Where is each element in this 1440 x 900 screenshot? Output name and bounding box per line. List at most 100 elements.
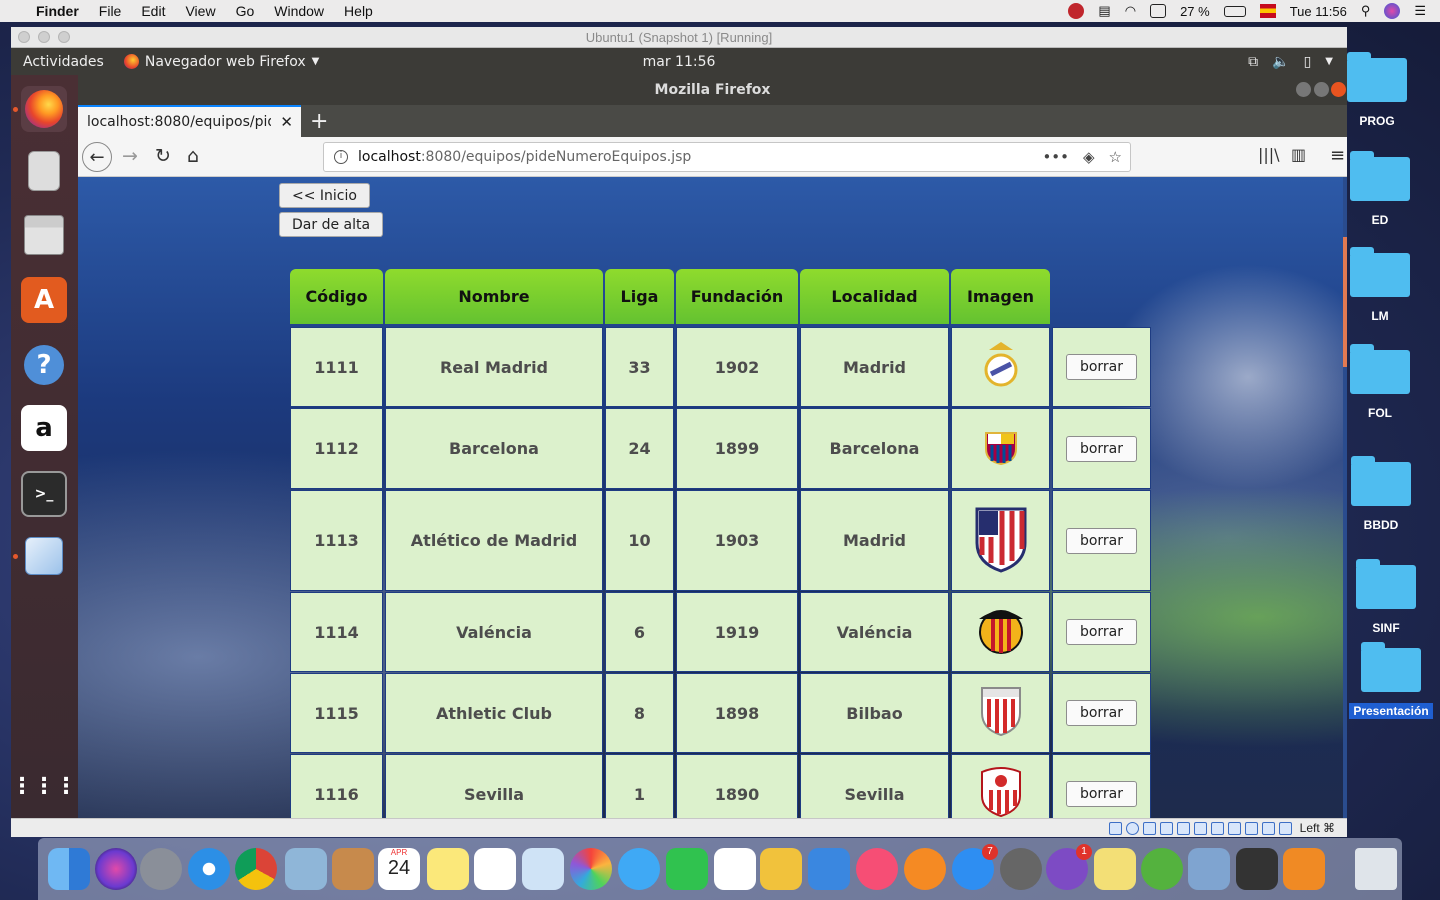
itunes-dock-icon[interactable] <box>856 848 898 890</box>
app-menu[interactable]: Navegador web Firefox ▼ <box>123 54 319 70</box>
new-tab-button[interactable]: + <box>310 109 328 134</box>
safari-dock-icon[interactable] <box>188 848 230 890</box>
software-launcher[interactable]: A <box>21 277 67 323</box>
virtualbox-dock-icon[interactable] <box>1188 848 1230 890</box>
delete-button[interactable]: borrar <box>1065 700 1138 726</box>
desktop-folder-ed[interactable]: ED <box>1335 151 1425 227</box>
utorrent-dock-icon[interactable] <box>1141 848 1183 890</box>
dar-de-alta-button[interactable]: Dar de alta <box>279 212 384 237</box>
finder-dock-icon[interactable] <box>48 848 90 890</box>
calendar-dock-icon[interactable]: APR 24 <box>378 848 420 890</box>
firefox-launcher[interactable] <box>21 86 67 132</box>
terminal-launcher[interactable]: >_ <box>21 471 67 517</box>
site-info-icon[interactable]: i <box>334 150 348 164</box>
close-window-button[interactable] <box>18 31 30 43</box>
stickies-dock-icon[interactable] <box>1094 848 1136 890</box>
bookmark-star-icon[interactable]: ☆ <box>1109 148 1122 166</box>
battery-icon[interactable] <box>1223 5 1246 17</box>
shared-folders-icon[interactable] <box>1193 821 1207 835</box>
delete-button[interactable]: borrar <box>1065 527 1138 554</box>
notes-dock-icon[interactable] <box>427 848 469 890</box>
system-preferences-dock-icon[interactable] <box>1000 848 1042 890</box>
back-button[interactable]: ← <box>82 142 112 172</box>
menu-app-name[interactable]: Finder <box>36 3 79 19</box>
facetime-dock-icon[interactable] <box>666 848 708 890</box>
menubar-clock[interactable]: Tue 11:56 <box>1290 4 1347 19</box>
system-tray[interactable]: ⧉ 🔈 ▯ ▼ <box>1248 54 1333 70</box>
viber-dock-icon[interactable]: 1 <box>1046 844 1092 890</box>
zoom-window-button[interactable] <box>58 31 70 43</box>
desktop-folder-bbdd[interactable]: BBDD <box>1336 456 1426 532</box>
display-icon[interactable] <box>1210 821 1224 835</box>
terminal-dock-icon[interactable] <box>1236 848 1278 890</box>
virtualbox-launcher[interactable] <box>21 533 67 579</box>
scrollbar-thumb[interactable] <box>1343 237 1347 367</box>
desktop-folder-lm[interactable]: LM <box>1335 247 1425 323</box>
photos-dock-icon[interactable] <box>570 848 612 890</box>
sidebar-icon[interactable]: ▥ <box>1291 145 1306 164</box>
page-actions-icon[interactable]: ••• <box>1042 148 1069 166</box>
keynote-dock-icon[interactable] <box>808 848 850 890</box>
ibooks-dock-icon[interactable] <box>904 848 946 890</box>
menu-go[interactable]: Go <box>236 3 255 19</box>
network-adapter-icon[interactable] <box>1159 821 1173 835</box>
desktop-folder-presentacion[interactable]: Presentación <box>1346 642 1436 719</box>
wifi-icon[interactable]: ◠ <box>1125 3 1136 19</box>
help-launcher[interactable]: ? <box>21 342 67 388</box>
optical-drive-icon[interactable] <box>1125 821 1139 835</box>
hdd-icon[interactable] <box>1108 821 1122 835</box>
delete-button[interactable]: borrar <box>1065 619 1138 645</box>
url-bar[interactable]: i localhost:8080/equipos/pideNumeroEquip… <box>323 142 1131 172</box>
menu-file[interactable]: File <box>99 3 122 19</box>
mouse-integration-icon[interactable] <box>1261 821 1275 835</box>
delete-button[interactable]: borrar <box>1065 354 1138 380</box>
files-launcher[interactable] <box>21 212 67 258</box>
pages-dock-icon[interactable] <box>760 848 802 890</box>
reminders-dock-icon[interactable] <box>474 848 516 890</box>
usb-icon[interactable] <box>1176 821 1190 835</box>
app-store-dock-icon[interactable]: 7 <box>952 844 998 890</box>
docker-icon[interactable]: ▤ <box>1098 3 1110 19</box>
trash-dock-icon[interactable] <box>1355 848 1397 890</box>
home-button[interactable]: ⌂ <box>187 145 199 167</box>
spotlight-icon[interactable]: ⚲ <box>1361 3 1371 19</box>
audio-icon[interactable] <box>1142 821 1156 835</box>
battery-text[interactable]: 27 % <box>1180 4 1210 19</box>
siri-icon[interactable] <box>1384 3 1401 19</box>
delete-button[interactable]: borrar <box>1065 435 1138 462</box>
amazon-launcher[interactable]: a <box>21 405 67 451</box>
library-icon[interactable]: |||\ <box>1258 145 1280 164</box>
contacts-dock-icon[interactable] <box>332 848 374 890</box>
numbers-dock-icon[interactable] <box>714 848 756 890</box>
forward-button[interactable]: → <box>122 145 138 167</box>
show-applications-button[interactable]: ⋮⋮⋮ <box>11 763 77 809</box>
input-source-icon[interactable] <box>1259 4 1276 18</box>
desktop-folder-sinf[interactable]: SINF <box>1341 559 1431 635</box>
desktop-folder-fol[interactable]: FOL <box>1335 344 1425 420</box>
menu-window[interactable]: Window <box>274 3 324 19</box>
vpn-icon[interactable] <box>1068 3 1085 19</box>
keyboard-capture-icon[interactable] <box>1278 821 1292 835</box>
launchpad-dock-icon[interactable] <box>140 848 182 890</box>
menu-help[interactable]: Help <box>344 3 373 19</box>
reload-button[interactable]: ↻ <box>155 145 171 167</box>
minimize-window-button[interactable] <box>38 31 50 43</box>
airplay-icon[interactable] <box>1150 4 1167 18</box>
hamburger-menu-icon[interactable]: ≡ <box>1330 145 1345 166</box>
mail-dock-icon[interactable] <box>285 848 327 890</box>
notification-center-icon[interactable]: ☰ <box>1414 3 1426 19</box>
siri-dock-icon[interactable] <box>95 848 137 890</box>
sublime-dock-icon[interactable] <box>1283 848 1325 890</box>
activities-button[interactable]: Actividades <box>23 54 104 70</box>
menu-edit[interactable]: Edit <box>141 3 165 19</box>
messages-dock-icon[interactable] <box>618 848 660 890</box>
pocket-icon[interactable]: ◈ <box>1083 148 1095 166</box>
minimize-button[interactable] <box>1296 82 1311 97</box>
delete-button[interactable]: borrar <box>1065 781 1138 807</box>
video-capture-icon[interactable] <box>1227 821 1241 835</box>
inicio-button[interactable]: << Inicio <box>279 183 370 208</box>
menu-view[interactable]: View <box>185 3 215 19</box>
rhythmbox-launcher[interactable] <box>21 148 67 194</box>
preview-dock-icon[interactable] <box>522 848 564 890</box>
browser-tab[interactable]: localhost:8080/equipos/pideNumeroEquipos… <box>78 105 301 137</box>
